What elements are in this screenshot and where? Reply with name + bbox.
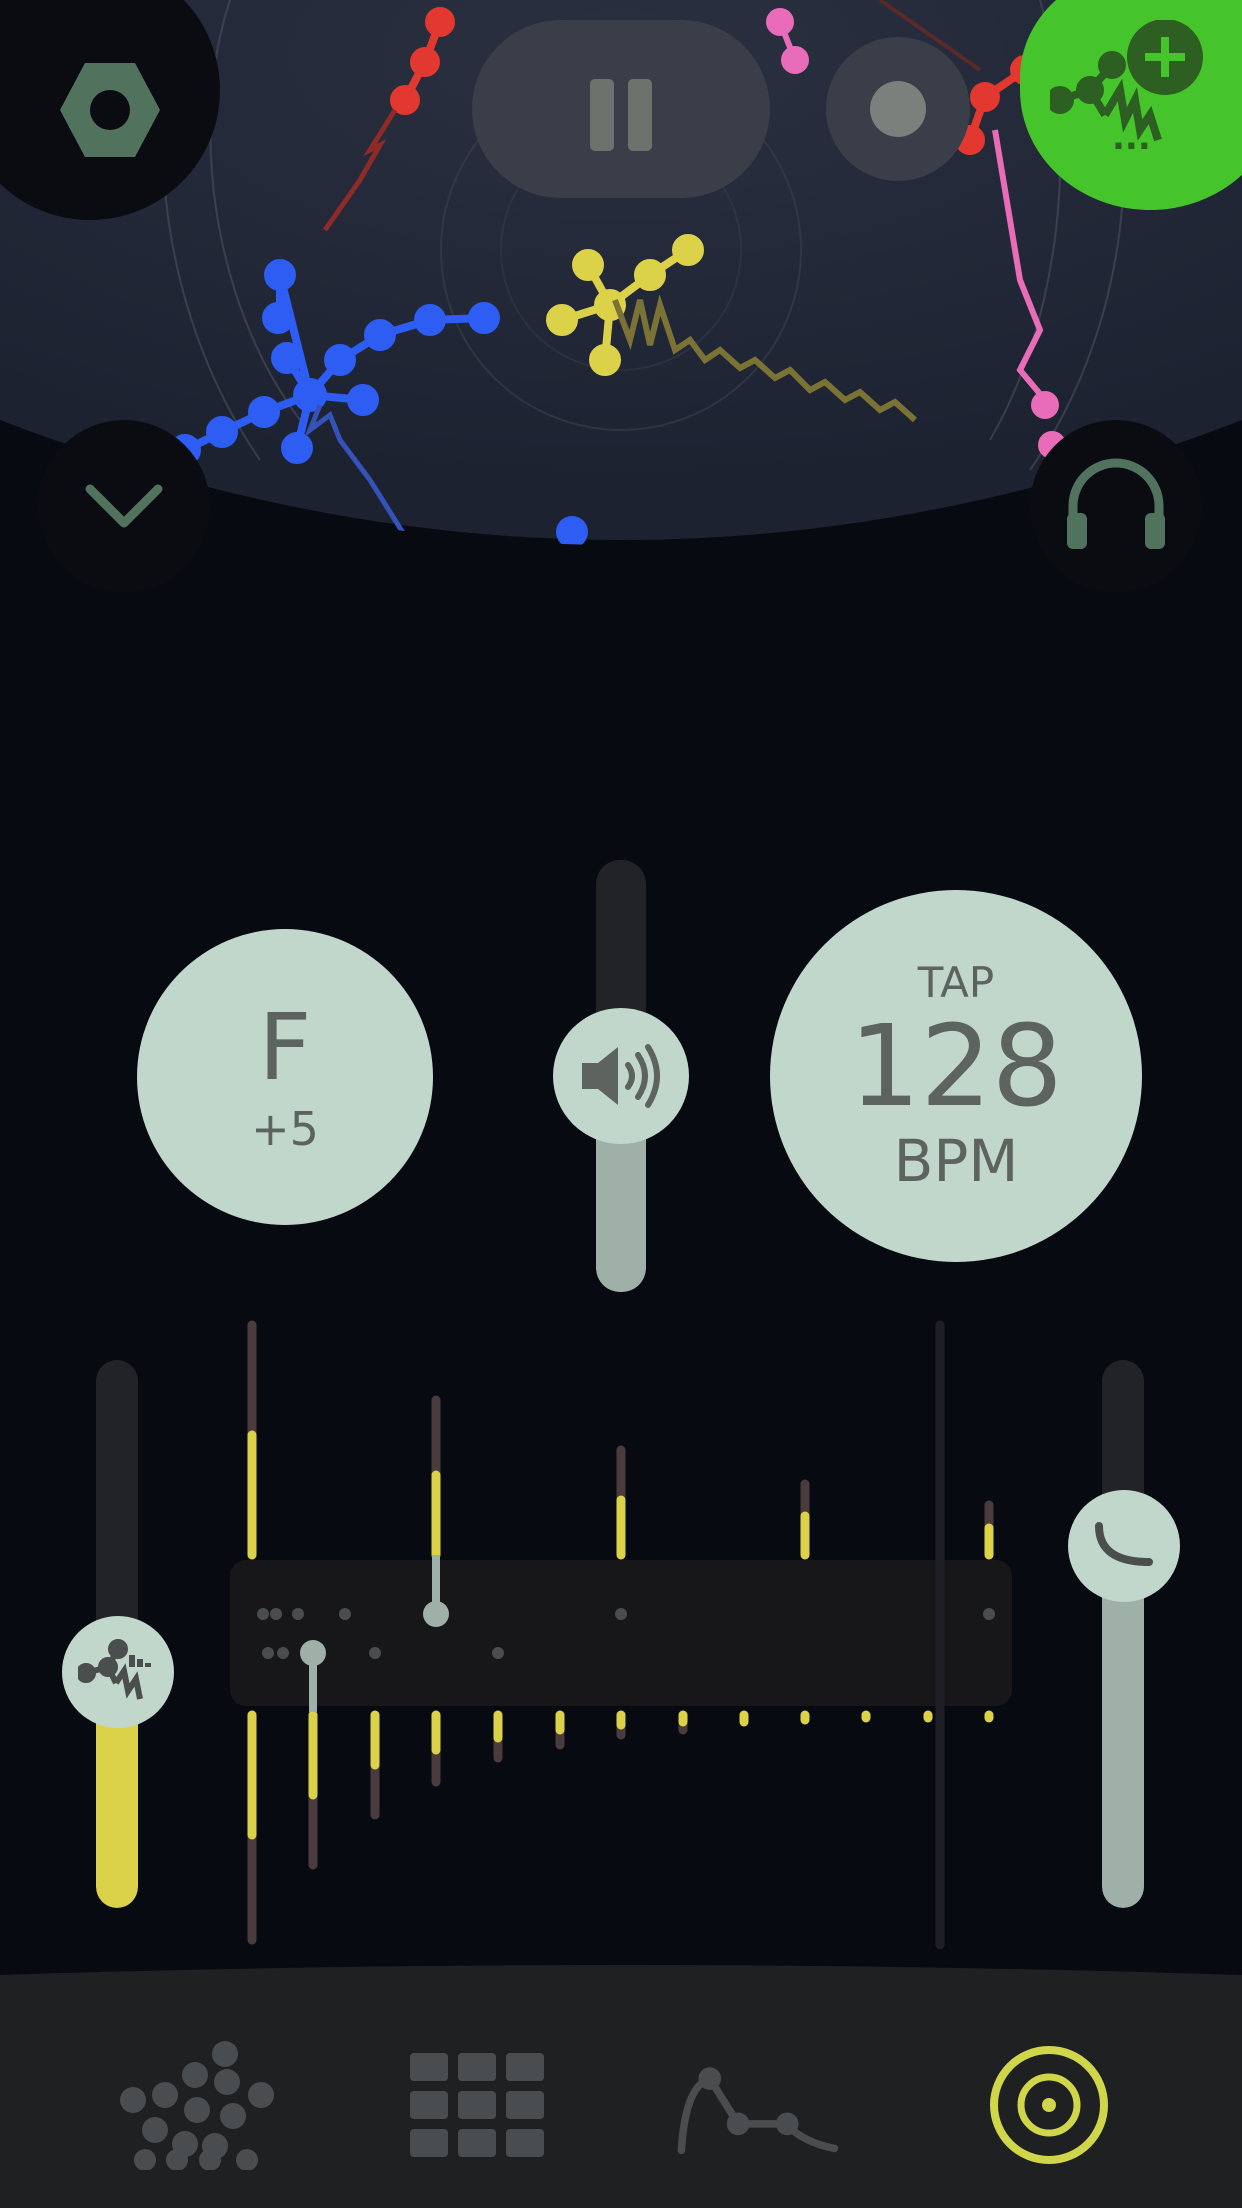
pause-icon: [590, 79, 652, 151]
target-tab[interactable]: [964, 2040, 1134, 2170]
tap-tempo-knob[interactable]: TAP 128 BPM: [770, 890, 1142, 1262]
headphones-button[interactable]: [1030, 420, 1202, 592]
key-offset: +5: [251, 1102, 319, 1156]
target-icon: [990, 2046, 1108, 2164]
bpm-value: 128: [849, 1001, 1063, 1132]
lower-handle: [300, 1640, 326, 1666]
molecules-tab[interactable]: [110, 2040, 280, 2170]
hexagon-nut-icon: [60, 63, 160, 157]
sequencer-panel: [230, 1560, 1012, 1706]
headphones-icon: [1067, 458, 1165, 549]
record-dot-icon: [870, 81, 926, 137]
speaker-icon: [582, 1044, 660, 1108]
step-sequencer[interactable]: [0, 1300, 1242, 1960]
key-knob[interactable]: F +5: [137, 929, 433, 1225]
key-note: F: [258, 994, 312, 1101]
tap-label: TAP: [917, 957, 995, 1007]
bpm-unit: BPM: [893, 1126, 1019, 1195]
grid-icon: [410, 2053, 544, 2157]
grid-tab[interactable]: [392, 2040, 562, 2170]
chevron-down-icon: [85, 484, 163, 528]
upper-handle: [423, 1601, 449, 1627]
pause-button[interactable]: [472, 20, 770, 198]
record-button[interactable]: [826, 37, 970, 181]
dots-cluster-icon: [120, 2041, 274, 2170]
volume-knob[interactable]: [553, 1008, 689, 1144]
lower-bars: [247, 1710, 994, 1945]
more-label: ...: [1112, 118, 1151, 158]
envelope-tab[interactable]: [672, 2040, 842, 2170]
nav-divider-curve: [0, 1965, 1242, 2000]
collapse-button[interactable]: [38, 420, 210, 592]
envelope-curve-icon: [677, 2067, 839, 2155]
